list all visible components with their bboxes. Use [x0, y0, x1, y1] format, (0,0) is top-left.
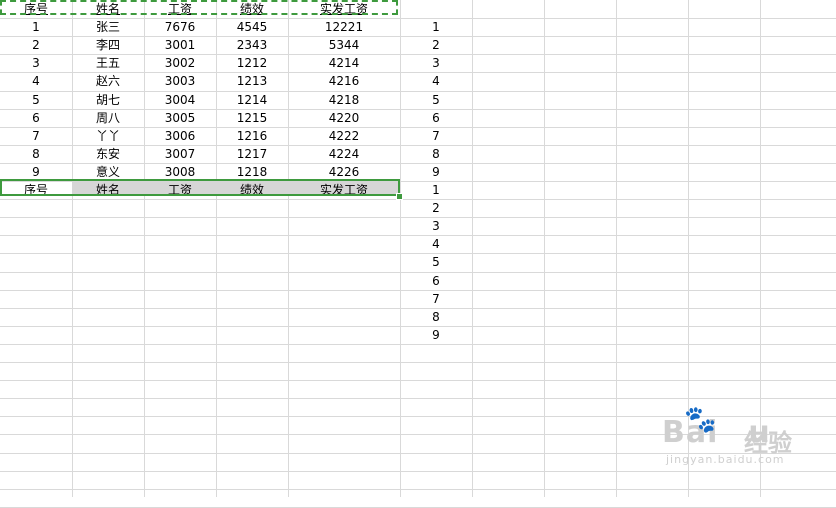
row-gridline [0, 380, 836, 381]
side-number-cell[interactable]: 7 [400, 290, 472, 308]
table-cell[interactable]: 1214 [216, 91, 288, 109]
column-gridline [472, 0, 473, 497]
row-gridline [0, 471, 836, 472]
table-cell[interactable]: 8 [0, 145, 72, 163]
side-number-cell[interactable]: 6 [400, 109, 472, 127]
side-number-cell[interactable]: 2 [400, 36, 472, 54]
side-number-cell[interactable]: 9 [400, 163, 472, 181]
table-cell[interactable]: 2343 [216, 36, 288, 54]
selection-range[interactable] [0, 179, 400, 196]
table-cell[interactable]: 6 [0, 109, 72, 127]
side-number-cell[interactable]: 5 [400, 91, 472, 109]
side-number-cell[interactable]: 1 [400, 18, 472, 36]
side-number-cell[interactable]: 3 [400, 54, 472, 72]
row-gridline [0, 362, 836, 363]
side-number-cell[interactable]: 4 [400, 235, 472, 253]
side-number-cell[interactable]: 3 [400, 217, 472, 235]
table-cell[interactable]: 12221 [288, 18, 400, 36]
row-gridline [0, 489, 836, 490]
side-number-cell[interactable]: 8 [400, 145, 472, 163]
table-cell[interactable]: 5 [0, 91, 72, 109]
table-cell[interactable]: 赵六 [72, 72, 144, 90]
table-cell[interactable]: 胡七 [72, 91, 144, 109]
fill-handle[interactable] [396, 193, 403, 200]
table-cell[interactable]: 4214 [288, 54, 400, 72]
table-cell[interactable]: 4216 [288, 72, 400, 90]
table-cell[interactable]: 1217 [216, 145, 288, 163]
table-cell[interactable]: 4220 [288, 109, 400, 127]
table-cell[interactable]: 王五 [72, 54, 144, 72]
watermark-url: jingyan.baidu.com [666, 453, 785, 466]
table-cell[interactable]: 1215 [216, 109, 288, 127]
table-cell[interactable]: 3002 [144, 54, 216, 72]
table-cell[interactable]: 4222 [288, 127, 400, 145]
table-cell[interactable]: 1 [0, 18, 72, 36]
table-cell[interactable]: 1216 [216, 127, 288, 145]
table-cell[interactable]: 李四 [72, 36, 144, 54]
table-cell[interactable]: 3003 [144, 72, 216, 90]
row-gridline [0, 344, 836, 345]
column-gridline [616, 0, 617, 497]
table-cell[interactable]: 4545 [216, 18, 288, 36]
side-number-cell[interactable]: 9 [400, 326, 472, 344]
table-cell[interactable]: 4218 [288, 91, 400, 109]
row-gridline [0, 398, 836, 399]
table-cell[interactable]: 7676 [144, 18, 216, 36]
table-cell[interactable]: 3004 [144, 91, 216, 109]
side-number-cell[interactable]: 8 [400, 308, 472, 326]
table-cell[interactable]: 周八 [72, 109, 144, 127]
table-cell[interactable]: 1213 [216, 72, 288, 90]
table-cell[interactable]: 3006 [144, 127, 216, 145]
side-number-cell[interactable]: 2 [400, 199, 472, 217]
table-cell[interactable]: 2 [0, 36, 72, 54]
table-cell[interactable]: 7 [0, 127, 72, 145]
table-cell[interactable]: 3001 [144, 36, 216, 54]
paw-icon: 🐾 [684, 405, 717, 435]
side-number-cell[interactable]: 5 [400, 253, 472, 271]
side-number-cell[interactable]: 6 [400, 272, 472, 290]
table-cell[interactable]: 4224 [288, 145, 400, 163]
table-cell[interactable]: 1212 [216, 54, 288, 72]
table-cell[interactable]: 张三 [72, 18, 144, 36]
spreadsheet-grid[interactable]: 序号 姓名 工资 绩效 实发工资 1 张三 7676 4545 12221 2 李四 3001 2343 5… [0, 0, 836, 508]
side-number-cell[interactable]: 4 [400, 72, 472, 90]
table-cell[interactable]: 3007 [144, 145, 216, 163]
column-gridline [544, 0, 545, 497]
table-cell[interactable]: 3005 [144, 109, 216, 127]
table-cell[interactable]: 3 [0, 54, 72, 72]
baidu-jingyan-watermark: Bai u 🐾 经验 jingyan.baidu.com [632, 405, 822, 466]
side-number-cell[interactable]: 7 [400, 127, 472, 145]
table-cell[interactable]: 丫丫 [72, 127, 144, 145]
table-cell[interactable]: 5344 [288, 36, 400, 54]
copy-marquee [0, 0, 398, 15]
table-cell[interactable]: 东安 [72, 145, 144, 163]
table-cell[interactable]: 4 [0, 72, 72, 90]
side-number-cell[interactable]: 1 [400, 181, 472, 199]
